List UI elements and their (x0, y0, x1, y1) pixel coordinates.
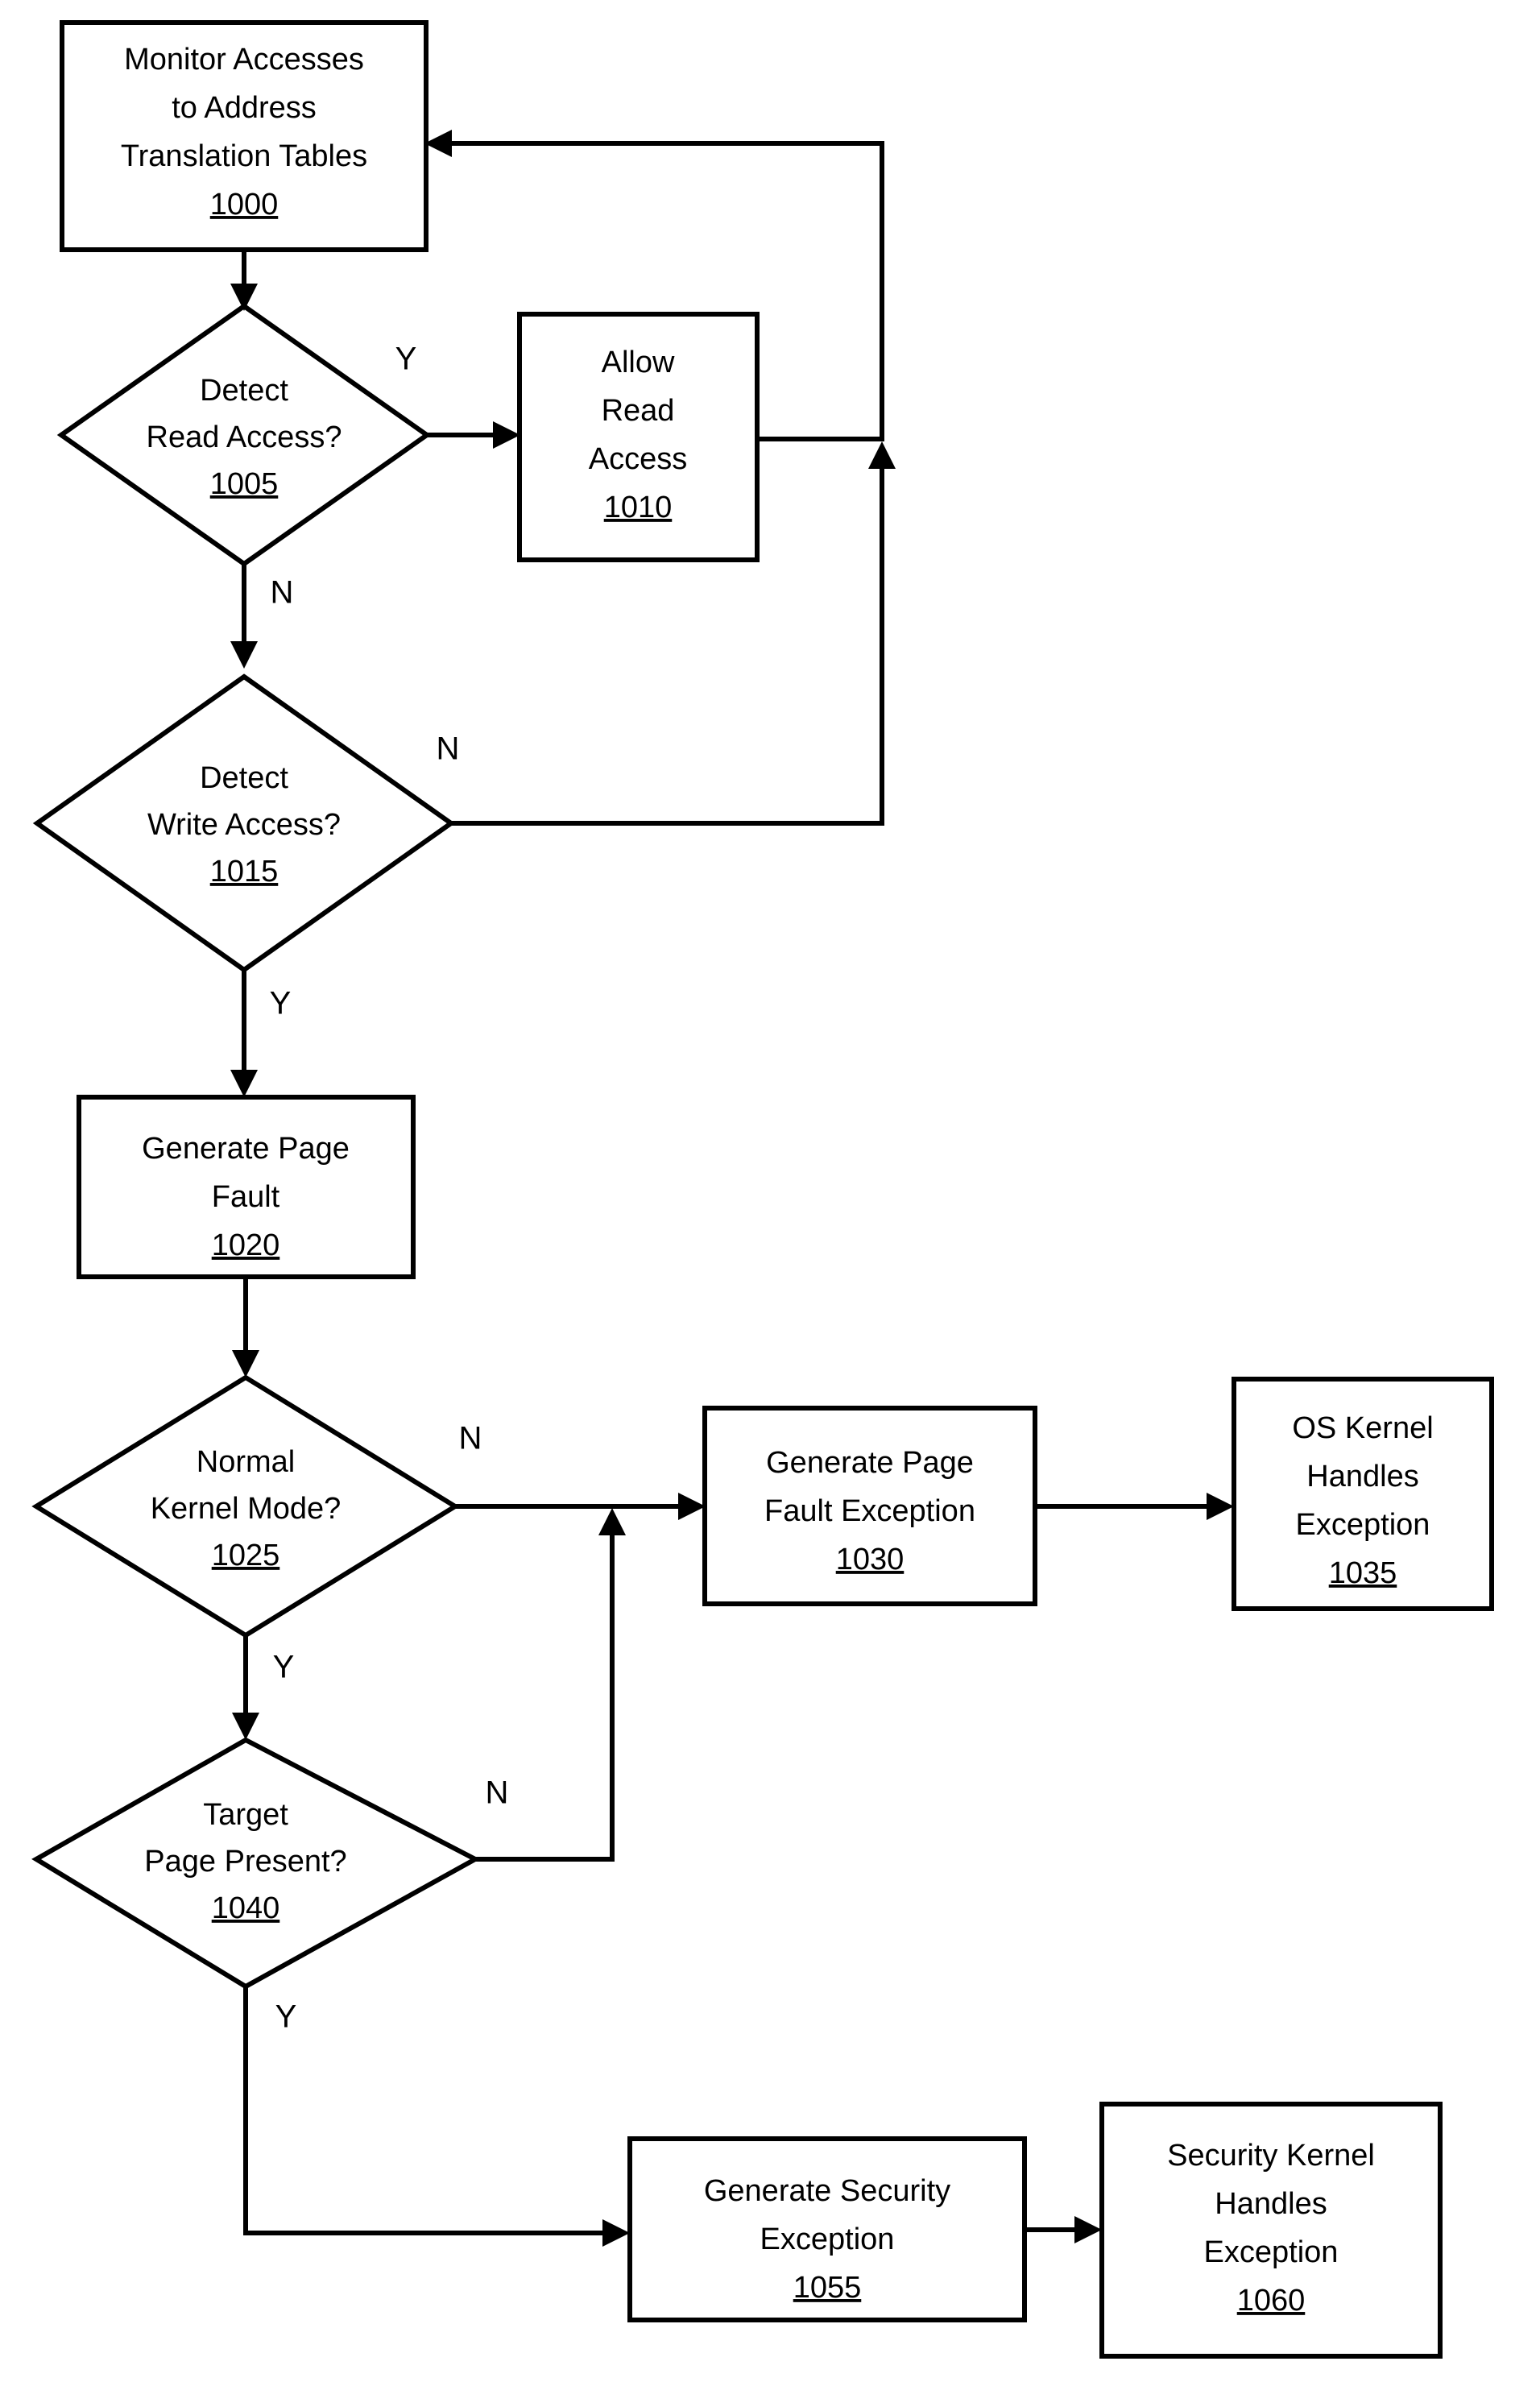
node-1020-generate-page-fault[interactable]: Generate Page Fault 1020 (77, 1095, 416, 1279)
node-1025-normal-kernel-mode[interactable]: Normal Kernel Mode? 1025 (31, 1374, 460, 1638)
edge-1025-to-1040: Y (232, 1635, 294, 1740)
node-1000-ref: 1000 (210, 188, 279, 222)
node-1055-ref: 1055 (793, 2271, 862, 2305)
arrowhead-up-1030 (598, 1508, 626, 1535)
node-1005-line-1: Read Access? (147, 420, 342, 454)
node-1010-ref: 1010 (604, 491, 673, 524)
node-1040-line-0: Target (203, 1798, 288, 1832)
edge-1005-to-1015: N (230, 564, 293, 669)
node-1060-security-kernel-handles-exception[interactable]: Security Kernel Handles Exception 1060 (1099, 2102, 1443, 2359)
edge-1055-to-1060 (1025, 2216, 1102, 2243)
edge-1015-to-1020: Y (230, 970, 291, 1097)
arrowhead-up-feedback (868, 441, 896, 469)
node-1030-generate-page-fault-exception[interactable]: Generate Page Fault Exception 1030 (702, 1406, 1037, 1606)
node-1035-ref: 1035 (1329, 1556, 1397, 1590)
node-1055-generate-security-exception[interactable]: Generate Security Exception 1055 (627, 2136, 1027, 2322)
branch-label-1025-no: N (459, 1421, 482, 1456)
node-1000-line-1: to Address (172, 91, 317, 125)
node-1020-line-0: Generate Page (142, 1132, 350, 1166)
flowchart-svg: Monitor Accesses to Address Translation … (31, 20, 1494, 2359)
branch-label-1005-no: N (271, 575, 294, 611)
branch-label-1025-yes: Y (273, 1650, 295, 1685)
arrowhead-left-1000 (424, 130, 452, 157)
arrowhead-down-1020 (230, 1070, 258, 1097)
node-1015-ref: 1015 (210, 855, 279, 889)
arrowhead-right-1055 (602, 2219, 630, 2247)
node-1015-detect-write-access[interactable]: Detect Write Access? 1015 (32, 673, 456, 973)
node-1020-ref: 1020 (212, 1228, 280, 1262)
node-1060-line-2: Exception (1204, 2235, 1339, 2269)
node-1040-line-1: Page Present? (144, 1845, 346, 1879)
node-1025-line-1: Kernel Mode? (151, 1492, 342, 1526)
node-1010-line-0: Allow (602, 346, 675, 379)
node-1055-line-0: Generate Security (704, 2174, 950, 2208)
arrowhead-down-1040 (232, 1713, 259, 1740)
node-1025-line-0: Normal (197, 1445, 295, 1479)
branch-label-1040-yes: Y (275, 1999, 297, 2035)
node-1040-ref: 1040 (212, 1891, 280, 1925)
node-1005-detect-read-access[interactable]: Detect Read Access? 1005 (56, 303, 432, 567)
node-1060-ref: 1060 (1237, 2284, 1306, 2318)
arrowhead-right-1060 (1074, 2216, 1102, 2243)
arrowhead-right-1035 (1207, 1493, 1234, 1520)
node-1035-line-0: OS Kernel (1292, 1411, 1433, 1445)
node-1055-line-1: Exception (760, 2223, 895, 2256)
node-1060-line-1: Handles (1215, 2187, 1327, 2221)
node-1060-line-0: Security Kernel (1167, 2139, 1375, 2173)
branch-label-1040-no: N (486, 1775, 509, 1811)
edge-1040-to-1055: Y (243, 1986, 630, 2247)
branch-label-1005-yes: Y (395, 342, 417, 377)
flowchart-canvas: Monitor Accesses to Address Translation … (0, 0, 1540, 2382)
node-1010-allow-read-access[interactable]: Allow Read Access 1010 (517, 312, 760, 562)
node-1025-ref: 1025 (212, 1539, 280, 1572)
edge-1000-to-1005 (230, 250, 258, 311)
node-1010-line-1: Read (602, 394, 675, 428)
node-1015-line-1: Write Access? (147, 808, 341, 842)
node-1015-line-0: Detect (200, 761, 288, 795)
node-1010-line-2: Access (589, 442, 687, 476)
node-1000-line-0: Monitor Accesses (124, 43, 364, 77)
arrowhead-right-1010 (493, 421, 520, 449)
node-1040-target-page-present[interactable]: Target Page Present? 1040 (31, 1737, 481, 1990)
branch-label-1015-yes: Y (270, 986, 292, 1021)
arrowhead-down-1015 (230, 641, 258, 669)
edge-1025-to-1030: N (455, 1421, 706, 1520)
node-1035-os-kernel-handles-exception[interactable]: OS Kernel Handles Exception 1035 (1232, 1377, 1494, 1611)
node-1005-line-0: Detect (200, 374, 288, 408)
node-1000-line-2: Translation Tables (121, 139, 367, 173)
arrowhead-right-1030 (678, 1493, 706, 1520)
node-1030-line-0: Generate Page (766, 1446, 974, 1480)
node-1035-line-1: Handles (1306, 1460, 1418, 1493)
arrowhead-down-1025 (232, 1350, 259, 1377)
node-1000-monitor-accesses[interactable]: Monitor Accesses to Address Translation … (60, 20, 428, 252)
arrowhead-down-1005 (230, 284, 258, 311)
node-1005-ref: 1005 (210, 467, 279, 501)
node-1035-line-2: Exception (1296, 1508, 1430, 1542)
node-1030-ref: 1030 (836, 1543, 905, 1576)
edge-1030-to-1035 (1035, 1493, 1234, 1520)
node-1030-line-1: Fault Exception (764, 1494, 975, 1528)
branch-label-1015-no: N (437, 731, 460, 767)
edge-1020-to-1025 (232, 1277, 259, 1377)
edge-1040-to-1030: N (475, 1508, 626, 1862)
node-1020-line-1: Fault (212, 1180, 280, 1214)
